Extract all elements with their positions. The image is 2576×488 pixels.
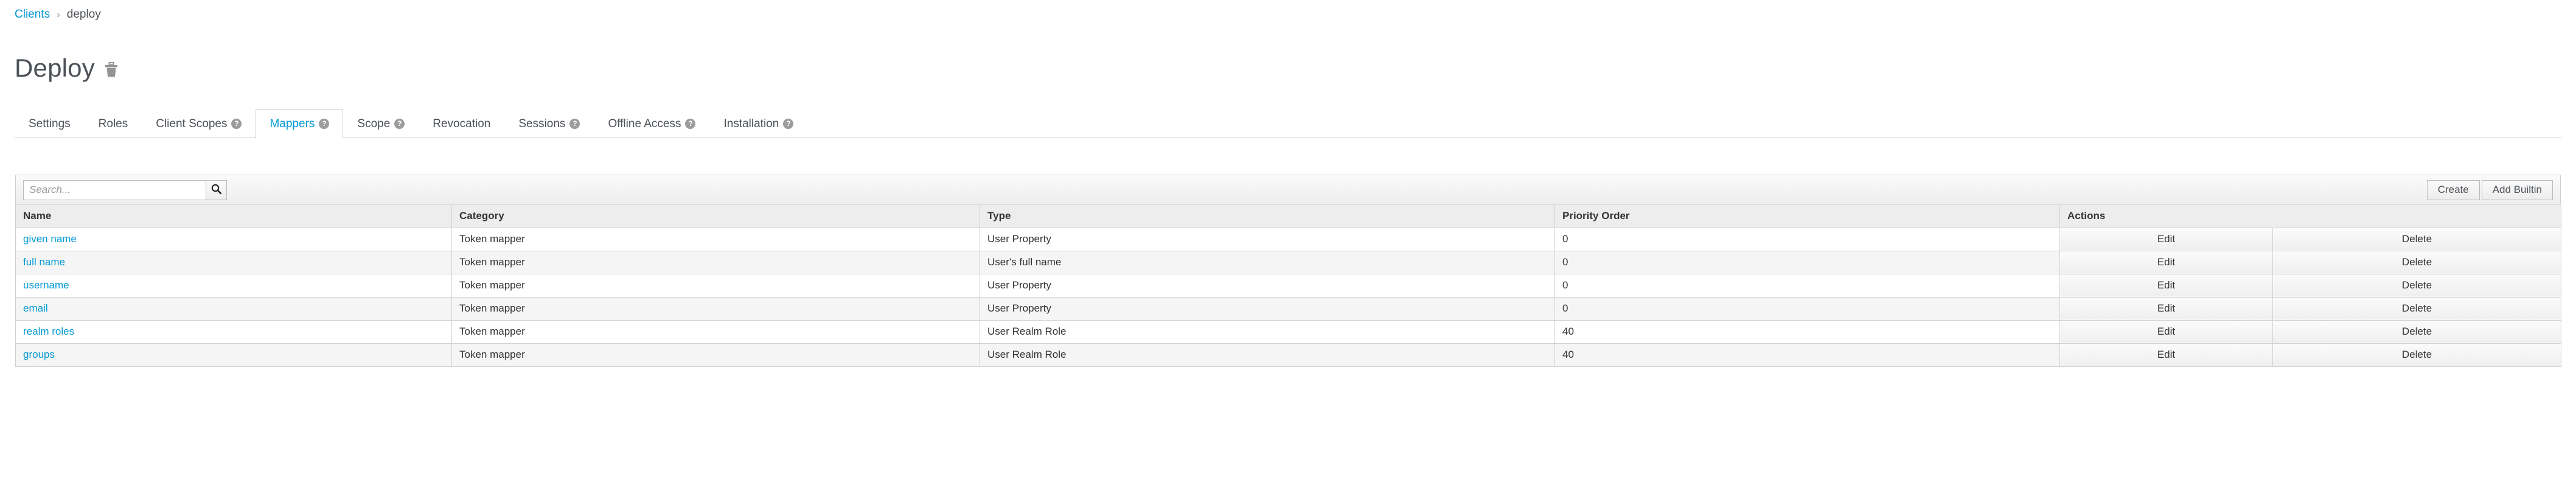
mapper-link[interactable]: groups (23, 349, 55, 360)
column-header-name: Name (15, 205, 452, 228)
tab-offline-access[interactable]: Offline Access? (594, 109, 709, 138)
cell-category: Token mapper (451, 273, 980, 298)
help-icon[interactable]: ? (231, 119, 242, 129)
tab-label: Scope (357, 117, 391, 130)
table-toolbar: Create Add Builtin (15, 175, 2561, 205)
edit-button[interactable]: Edit (2059, 227, 2273, 251)
cell-category: Token mapper (451, 319, 980, 344)
column-header-actions: Actions (2059, 205, 2561, 228)
cell-type: User's full name (980, 250, 1555, 274)
tab-settings[interactable]: Settings (15, 109, 85, 138)
breadcrumb-link-clients[interactable]: Clients (15, 8, 50, 21)
cell-category: Token mapper (451, 343, 980, 367)
cell-name: email (15, 296, 452, 321)
mapper-link[interactable]: username (23, 279, 69, 291)
cell-category: Token mapper (451, 250, 980, 274)
tab-label: Client Scopes (156, 117, 228, 130)
edit-button[interactable]: Edit (2059, 343, 2273, 367)
search-button[interactable] (206, 180, 227, 200)
cell-priority-order: 40 (1554, 343, 2060, 367)
delete-button[interactable]: Delete (2272, 319, 2561, 344)
table-header-row: Name Category Type Priority Order Action… (15, 205, 2561, 228)
tab-scope[interactable]: Scope? (343, 109, 419, 138)
help-icon[interactable]: ? (394, 119, 405, 129)
trash-icon[interactable] (105, 62, 118, 78)
cell-type: User Property (980, 296, 1555, 321)
tab-mappers[interactable]: Mappers? (256, 109, 344, 139)
cell-priority-order: 0 (1554, 296, 2060, 321)
delete-button[interactable]: Delete (2272, 296, 2561, 321)
add-builtin-button[interactable]: Add Builtin (2481, 180, 2553, 200)
edit-button[interactable]: Edit (2059, 319, 2273, 344)
tab-label: Roles (98, 117, 128, 130)
breadcrumb: Clients › deploy (15, 7, 101, 22)
help-icon[interactable]: ? (685, 119, 696, 129)
delete-button[interactable]: Delete (2272, 343, 2561, 367)
table-head: Name Category Type Priority Order Action… (15, 205, 2561, 228)
tab-roles[interactable]: Roles (85, 109, 142, 138)
help-icon[interactable]: ? (319, 119, 330, 129)
page-title-row: Deploy (15, 54, 118, 83)
tab-label: Mappers (270, 117, 315, 130)
tab-bar: Settings Roles Client Scopes? Mappers? Scope… (15, 108, 2561, 139)
cell-name: full name (15, 250, 452, 274)
breadcrumb-separator-icon: › (57, 9, 60, 20)
edit-button[interactable]: Edit (2059, 273, 2273, 298)
delete-button[interactable]: Delete (2272, 227, 2561, 251)
search-input[interactable] (23, 180, 206, 200)
tab-list: Settings Roles Client Scopes? Mappers? Scope… (15, 108, 2561, 139)
cell-type: User Realm Role (980, 319, 1555, 344)
cell-priority-order: 0 (1554, 227, 2060, 251)
tab-label: Revocation (433, 117, 491, 130)
breadcrumb-current: deploy (66, 8, 101, 21)
delete-button[interactable]: Delete (2272, 250, 2561, 274)
tab-label: Offline Access (608, 117, 681, 130)
edit-button[interactable]: Edit (2059, 296, 2273, 321)
column-header-category: Category (451, 205, 980, 228)
column-header-priority-order: Priority Order (1554, 205, 2060, 228)
cell-type: User Realm Role (980, 343, 1555, 367)
cell-category: Token mapper (451, 227, 980, 251)
tab-label: Settings (29, 117, 71, 130)
tab-label: Installation (723, 117, 779, 130)
create-button[interactable]: Create (2426, 180, 2480, 200)
table-row: realm roles Token mapper User Realm Role 40… (15, 319, 2561, 344)
cell-priority-order: 0 (1554, 273, 2060, 298)
help-icon[interactable]: ? (783, 119, 794, 129)
cell-name: groups (15, 343, 452, 367)
cell-priority-order: 0 (1554, 250, 2060, 274)
mappers-table-container: Name Category Type Priority Order Action… (15, 205, 2561, 367)
mapper-link[interactable]: given name (23, 233, 77, 245)
cell-name: username (15, 273, 452, 298)
table-row: username Token mapper User Property 0 Edit De… (15, 273, 2561, 298)
tab-sessions[interactable]: Sessions? (504, 109, 594, 138)
tab-label: Sessions (518, 117, 566, 130)
cell-type: User Property (980, 227, 1555, 251)
mapper-link[interactable]: email (23, 302, 48, 314)
table-row: email Token mapper User Property 0 Edit Delet… (15, 296, 2561, 321)
mappers-table: Name Category Type Priority Order Action… (15, 205, 2561, 367)
page-title: Deploy (15, 54, 95, 82)
table-row: groups Token mapper User Realm Role 40 Edit D… (15, 343, 2561, 367)
cell-type: User Property (980, 273, 1555, 298)
mapper-link[interactable]: full name (23, 256, 65, 268)
edit-button[interactable]: Edit (2059, 250, 2273, 274)
tab-client-scopes[interactable]: Client Scopes? (142, 109, 256, 138)
search-icon (211, 184, 222, 196)
cell-name: given name (15, 227, 452, 251)
cell-priority-order: 40 (1554, 319, 2060, 344)
column-header-type: Type (980, 205, 1555, 228)
table-body: given name Token mapper User Property 0 Edit… (15, 227, 2561, 367)
table-row: full name Token mapper User's full name 0 Ed… (15, 250, 2561, 274)
help-icon[interactable]: ? (569, 119, 580, 129)
search-group (23, 180, 227, 200)
tab-installation[interactable]: Installation? (709, 109, 807, 138)
table-row: given name Token mapper User Property 0 Edit… (15, 227, 2561, 251)
cell-name: realm roles (15, 319, 452, 344)
delete-button[interactable]: Delete (2272, 273, 2561, 298)
cell-category: Token mapper (451, 296, 980, 321)
toolbar-actions: Create Add Builtin (2426, 180, 2553, 200)
tab-revocation[interactable]: Revocation (419, 109, 504, 138)
mapper-link[interactable]: realm roles (23, 326, 74, 337)
